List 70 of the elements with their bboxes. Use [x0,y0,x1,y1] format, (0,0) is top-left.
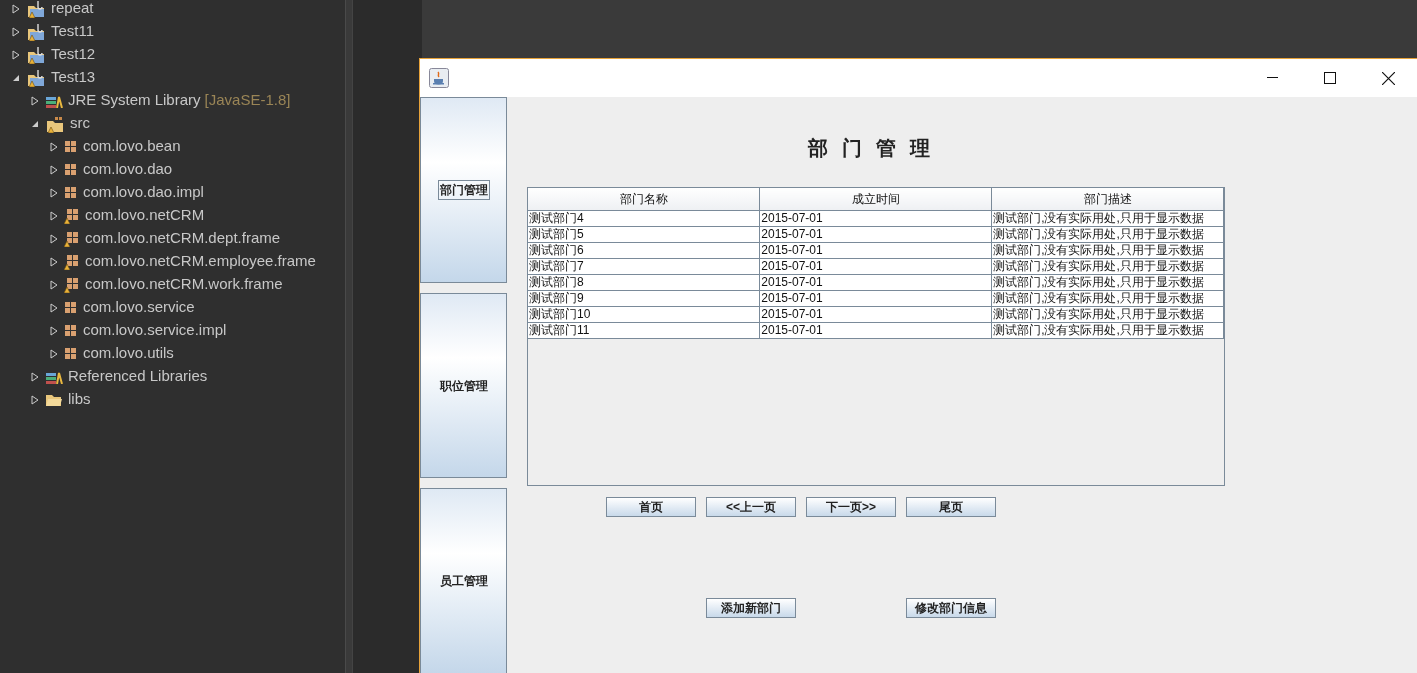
tree-item[interactable]: com.lovo.bean [0,135,345,158]
nav-button[interactable]: 员工管理 [420,488,507,673]
tree-item[interactable]: com.lovo.utils [0,342,345,365]
nav-button[interactable]: 部门管理 [420,97,507,283]
collapse-icon[interactable] [31,119,39,128]
column-header[interactable]: 部门名称 [528,188,760,210]
expand-icon[interactable] [12,26,20,37]
folder-icon [45,392,63,407]
expand-icon[interactable] [50,348,58,359]
package-icon [64,162,78,177]
expand-icon[interactable] [50,141,58,152]
expand-icon[interactable] [12,49,20,60]
project-icon [26,22,46,41]
pager-button[interactable]: 下一页>> [806,497,896,517]
expand-icon[interactable] [50,233,58,244]
column-header[interactable]: 部门描述 [991,188,1224,210]
maximize-icon [1324,72,1336,84]
expand-icon[interactable] [50,187,58,198]
expand-icon[interactable] [50,256,58,267]
project-icon [26,68,46,87]
expand-icon[interactable] [50,325,58,336]
expand-icon[interactable] [50,210,58,221]
tree-item[interactable]: com.lovo.netCRM.dept.frame [0,227,345,250]
expand-icon[interactable] [50,164,58,175]
tree-item[interactable]: repeat [0,0,345,20]
package-icon [64,300,78,315]
close-icon [1381,71,1395,85]
expand-icon[interactable] [31,371,39,382]
package-icon [64,139,78,154]
package-icon [64,346,78,361]
expand-icon[interactable] [31,394,39,405]
library-version: [JavaSE-1.8] [204,90,291,111]
project-icon [26,45,46,64]
package-icon [64,323,78,338]
package-icon [64,207,80,224]
tree-item[interactable]: Test12 [0,43,345,66]
action-button[interactable]: 修改部门信息 [906,598,996,618]
pager-button[interactable]: 首页 [606,497,696,517]
source-folder-icon [45,114,65,133]
project-icon [26,0,46,18]
page-heading: 部门管理 [807,135,945,162]
package-icon [64,185,78,200]
tree-item[interactable]: com.lovo.netCRM [0,204,345,227]
tree-item[interactable]: com.lovo.netCRM.employee.frame [0,250,345,273]
action-button[interactable]: 添加新部门 [706,598,796,618]
expand-icon[interactable] [50,279,58,290]
expand-icon[interactable] [12,3,20,14]
tree-item[interactable]: Test11 [0,20,345,43]
package-icon [64,276,80,293]
nav-button[interactable]: 职位管理 [420,292,507,479]
package-icon [64,230,80,247]
tree-item[interactable]: com.lovo.dao.impl [0,181,345,204]
tree-item[interactable]: Referenced Libraries [0,365,345,388]
tree-item[interactable]: JRE System Library [JavaSE-1.8] [0,89,345,112]
expand-icon[interactable] [50,302,58,313]
collapse-icon[interactable] [12,73,20,82]
pager-button[interactable]: 尾页 [906,497,996,517]
minimize-icon [1266,77,1278,79]
expand-icon[interactable] [31,95,39,106]
pager-button[interactable]: <<上一页 [706,497,796,517]
tree-item[interactable]: Test13 [0,66,345,89]
tree-item[interactable]: com.lovo.netCRM.work.frame [0,273,345,296]
package-icon [64,253,80,270]
tree-item[interactable]: libs [0,388,345,411]
tree-item[interactable]: src [0,112,345,135]
tree-item[interactable]: com.lovo.dao [0,158,345,181]
column-header[interactable]: 成立时间 [759,188,992,210]
tree-item[interactable]: com.lovo.service [0,296,345,319]
java-cup-icon [429,68,449,88]
tree-item[interactable]: com.lovo.service.impl [0,319,345,342]
